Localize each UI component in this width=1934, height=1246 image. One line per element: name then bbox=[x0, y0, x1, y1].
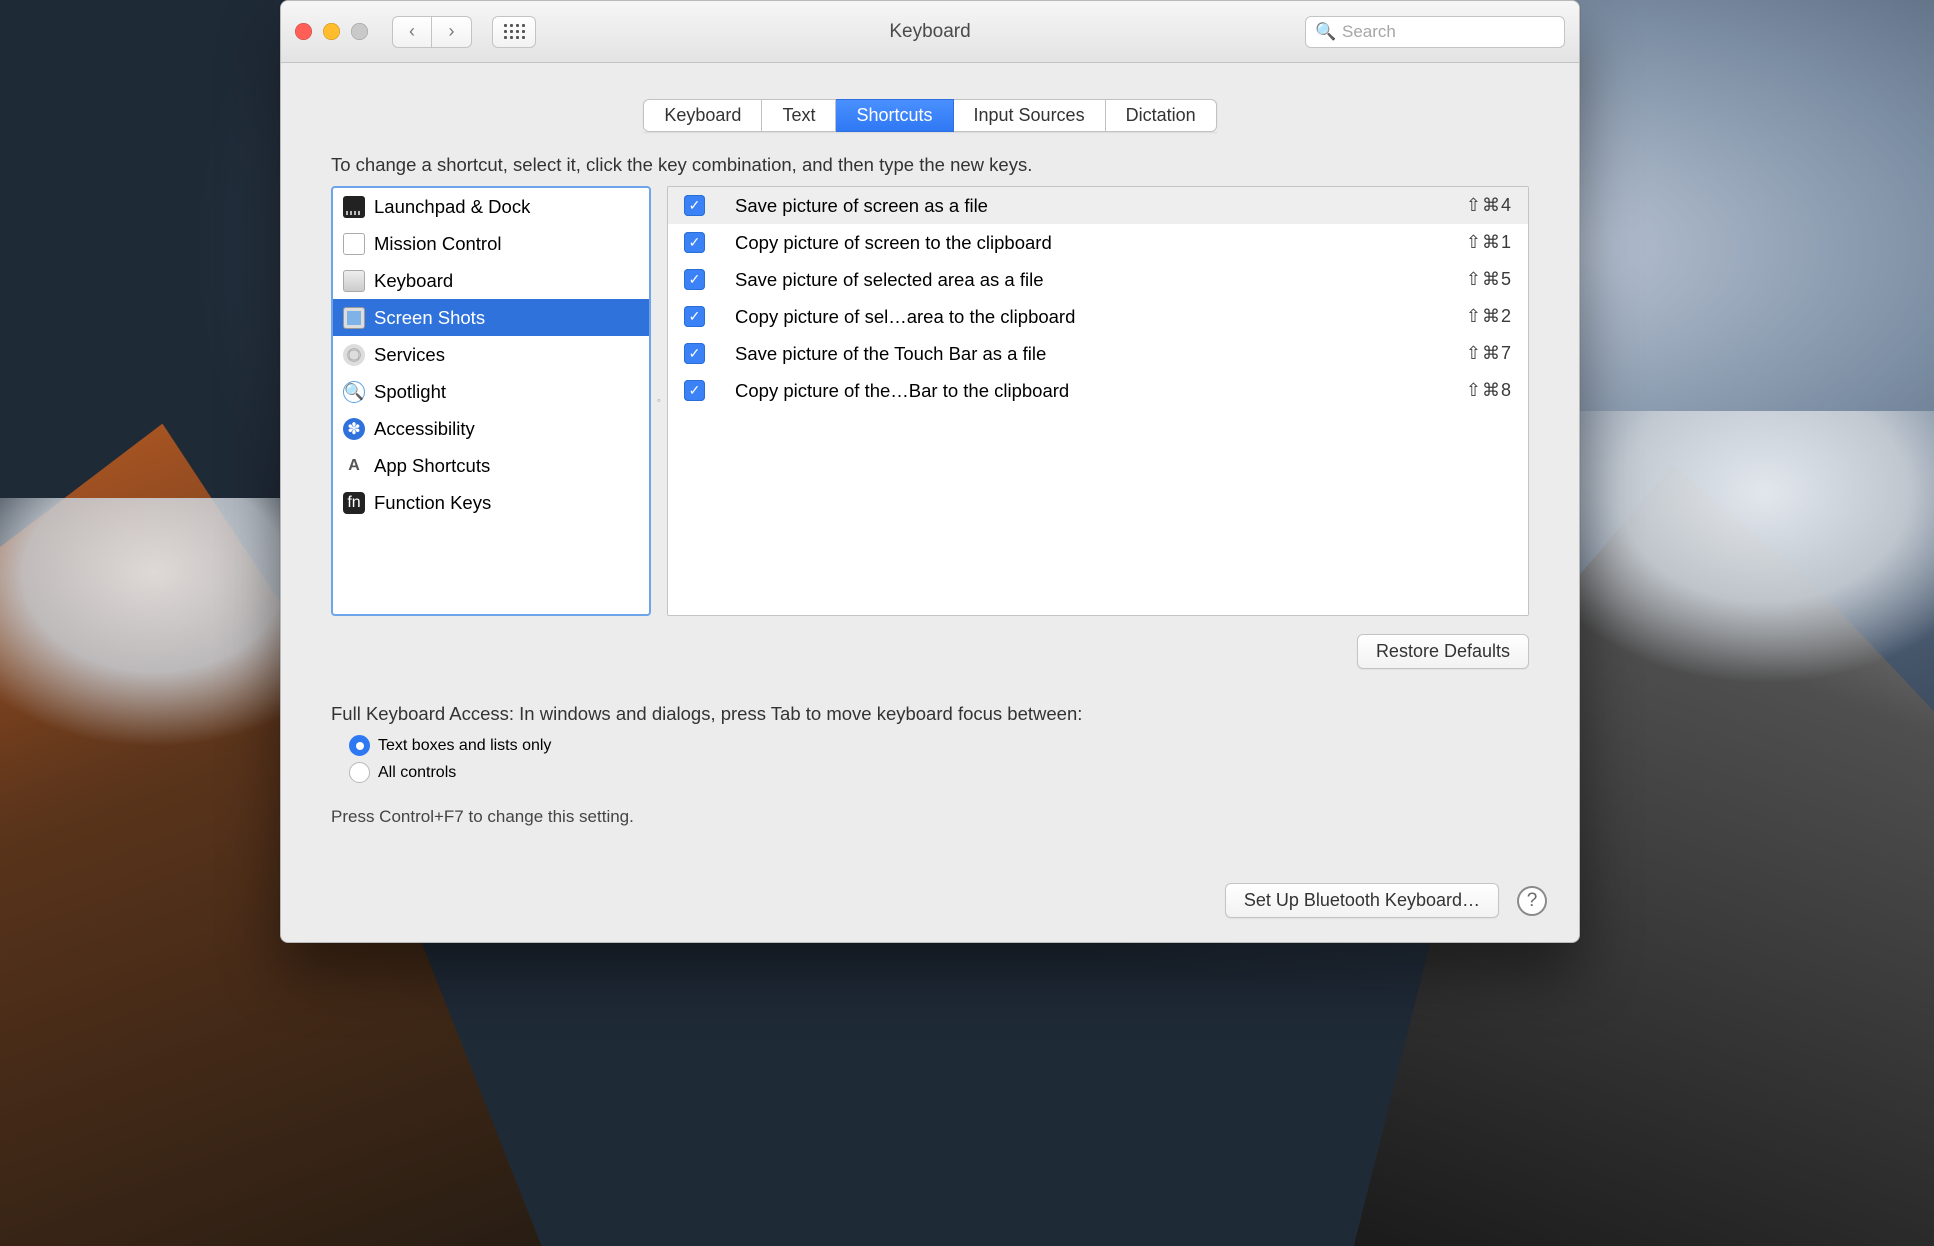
instruction-text: To change a shortcut, select it, click t… bbox=[331, 154, 1529, 176]
full-keyboard-access-label: Full Keyboard Access: In windows and dia… bbox=[331, 703, 1529, 725]
shortcut-description: Save picture of screen as a file bbox=[719, 195, 1452, 217]
minimize-window-button[interactable] bbox=[323, 23, 340, 40]
shortcut-row[interactable]: ✓ Save picture of the Touch Bar as a file… bbox=[668, 335, 1528, 372]
category-item-spotlight[interactable]: 🔍 Spotlight bbox=[333, 373, 649, 410]
grid-icon bbox=[504, 24, 525, 39]
shortcut-pane[interactable]: ✓ Save picture of screen as a file ⇧⌘4 ✓ Cop… bbox=[667, 186, 1529, 616]
search-icon: 🔍 bbox=[1315, 22, 1336, 42]
category-item-app-shortcuts[interactable]: App Shortcuts bbox=[333, 447, 649, 484]
traffic-lights bbox=[295, 23, 368, 40]
launchpad-dock-icon bbox=[343, 196, 365, 218]
full-keyboard-access-options: Text boxes and lists only All controls bbox=[331, 735, 1529, 783]
shortcut-checkbox[interactable]: ✓ bbox=[684, 380, 705, 401]
tab-keyboard[interactable]: Keyboard bbox=[643, 99, 762, 132]
restore-defaults-button[interactable]: Restore Defaults bbox=[1357, 634, 1529, 669]
shortcut-keys[interactable]: ⇧⌘5 bbox=[1466, 269, 1512, 290]
tab-label: Shortcuts bbox=[856, 105, 932, 126]
category-label: Services bbox=[374, 344, 445, 366]
forward-button[interactable]: › bbox=[432, 16, 472, 48]
shortcut-checkbox[interactable]: ✓ bbox=[684, 269, 705, 290]
back-button[interactable]: ‹ bbox=[392, 16, 432, 48]
radio-label: Text boxes and lists only bbox=[378, 737, 551, 755]
shortcut-checkbox[interactable]: ✓ bbox=[684, 195, 705, 216]
panes: Launchpad & Dock Mission Control Keyboard S… bbox=[331, 186, 1529, 616]
shortcut-row[interactable]: ✓ Copy picture of the…Bar to the clipboar… bbox=[668, 372, 1528, 409]
shortcut-description: Save picture of the Touch Bar as a file bbox=[719, 343, 1452, 365]
help-icon: ? bbox=[1527, 890, 1538, 912]
tab-label: Keyboard bbox=[664, 105, 741, 126]
services-icon bbox=[343, 344, 365, 366]
shortcut-row[interactable]: ✓ Copy picture of screen to the clipboard… bbox=[668, 224, 1528, 261]
app-shortcuts-icon bbox=[343, 455, 365, 477]
zoom-window-button[interactable] bbox=[351, 23, 368, 40]
spotlight-icon: 🔍 bbox=[343, 381, 365, 403]
tab-shortcuts[interactable]: Shortcuts bbox=[836, 99, 953, 132]
category-item-services[interactable]: Services bbox=[333, 336, 649, 373]
help-button[interactable]: ? bbox=[1517, 886, 1547, 916]
fka-radio-option[interactable]: Text boxes and lists only bbox=[349, 735, 1529, 756]
mission-control-icon bbox=[343, 233, 365, 255]
category-label: Mission Control bbox=[374, 233, 502, 255]
shortcut-description: Copy picture of screen to the clipboard bbox=[719, 232, 1452, 254]
full-keyboard-access-hint: Press Control+F7 to change this setting. bbox=[331, 807, 1529, 827]
window-footer: Set Up Bluetooth Keyboard… ? bbox=[281, 857, 1579, 942]
category-item-accessibility[interactable]: ✽ Accessibility bbox=[333, 410, 649, 447]
shortcut-row[interactable]: ✓ Save picture of screen as a file ⇧⌘4 bbox=[668, 187, 1528, 224]
shortcut-checkbox[interactable]: ✓ bbox=[684, 343, 705, 364]
show-all-prefs-button[interactable] bbox=[492, 16, 536, 48]
category-item-keyboard[interactable]: Keyboard bbox=[333, 262, 649, 299]
category-label: Accessibility bbox=[374, 418, 475, 440]
radio-button[interactable] bbox=[349, 762, 370, 783]
tab-dictation[interactable]: Dictation bbox=[1106, 99, 1217, 132]
tab-text[interactable]: Text bbox=[762, 99, 836, 132]
radio-button[interactable] bbox=[349, 735, 370, 756]
tab-input-sources[interactable]: Input Sources bbox=[954, 99, 1106, 132]
shortcut-keys[interactable]: ⇧⌘8 bbox=[1466, 380, 1512, 401]
category-label: Keyboard bbox=[374, 270, 453, 292]
radio-label: All controls bbox=[378, 764, 456, 782]
shortcut-keys[interactable]: ⇧⌘4 bbox=[1466, 195, 1512, 216]
shortcut-checkbox[interactable]: ✓ bbox=[684, 232, 705, 253]
shortcut-description: Copy picture of sel…area to the clipboar… bbox=[719, 306, 1452, 328]
shortcut-row[interactable]: ✓ Save picture of selected area as a file… bbox=[668, 261, 1528, 298]
tab-bar: Keyboard Text Shortcuts Input Sources Dictat… bbox=[281, 99, 1579, 132]
search-input[interactable] bbox=[1305, 16, 1565, 48]
setup-bluetooth-keyboard-button[interactable]: Set Up Bluetooth Keyboard… bbox=[1225, 883, 1499, 918]
tab-label: Input Sources bbox=[974, 105, 1085, 126]
shortcut-row[interactable]: ✓ Copy picture of sel…area to the clipboa… bbox=[668, 298, 1528, 335]
category-label: Function Keys bbox=[374, 492, 491, 514]
shortcut-keys[interactable]: ⇧⌘1 bbox=[1466, 232, 1512, 253]
accessibility-icon: ✽ bbox=[343, 418, 365, 440]
category-item-screen-shots[interactable]: Screen Shots bbox=[333, 299, 649, 336]
tab-label: Dictation bbox=[1126, 105, 1196, 126]
screen-shots-icon bbox=[343, 307, 365, 329]
pane-resizer[interactable]: ◦ bbox=[656, 391, 662, 411]
shortcut-description: Copy picture of the…Bar to the clipboard bbox=[719, 380, 1452, 402]
search-field-wrap: 🔍 bbox=[1305, 16, 1565, 48]
category-item-function-keys[interactable]: fn Function Keys bbox=[333, 484, 649, 521]
category-label: Screen Shots bbox=[374, 307, 485, 329]
shortcut-keys[interactable]: ⇧⌘7 bbox=[1466, 343, 1512, 364]
category-label: Launchpad & Dock bbox=[374, 196, 530, 218]
category-item-launchpad-dock[interactable]: Launchpad & Dock bbox=[333, 188, 649, 225]
chevron-right-icon: › bbox=[449, 21, 455, 42]
category-label: App Shortcuts bbox=[374, 455, 490, 477]
shortcut-keys[interactable]: ⇧⌘2 bbox=[1466, 306, 1512, 327]
window-titlebar: ‹ › Keyboard 🔍 bbox=[281, 1, 1579, 63]
preferences-window: ‹ › Keyboard 🔍 Keyboard Text Shortcuts Inpu… bbox=[280, 0, 1580, 943]
function-keys-icon: fn bbox=[343, 492, 365, 514]
tab-label: Text bbox=[782, 105, 815, 126]
category-item-mission-control[interactable]: Mission Control bbox=[333, 225, 649, 262]
shortcut-checkbox[interactable]: ✓ bbox=[684, 306, 705, 327]
chevron-left-icon: ‹ bbox=[409, 21, 415, 42]
close-window-button[interactable] bbox=[295, 23, 312, 40]
content-area: To change a shortcut, select it, click t… bbox=[281, 154, 1579, 857]
fka-radio-option[interactable]: All controls bbox=[349, 762, 1529, 783]
category-label: Spotlight bbox=[374, 381, 446, 403]
keyboard-icon bbox=[343, 270, 365, 292]
shortcut-description: Save picture of selected area as a file bbox=[719, 269, 1452, 291]
category-pane[interactable]: Launchpad & Dock Mission Control Keyboard S… bbox=[331, 186, 651, 616]
nav-back-forward: ‹ › bbox=[392, 16, 472, 48]
